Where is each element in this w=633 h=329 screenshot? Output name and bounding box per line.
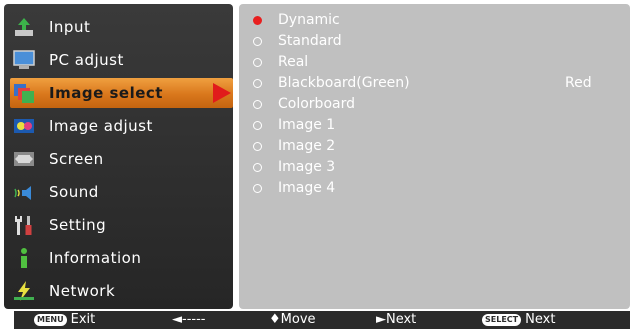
radio-icon xyxy=(253,36,262,46)
menu-item-image-adjust[interactable]: Image adjust xyxy=(10,111,233,141)
tools-icon xyxy=(13,214,35,236)
menu-item-screen[interactable]: Screen xyxy=(10,144,233,174)
option-label: Standard xyxy=(278,33,342,49)
option-image-4[interactable]: Image 4 xyxy=(253,178,335,198)
menu-item-sound[interactable]: Sound xyxy=(10,177,233,207)
radio-selected-icon xyxy=(253,15,262,25)
colorboard-value[interactable]: Red xyxy=(565,75,592,91)
projector-osd: Input PC adjust Image select Image adjus… xyxy=(0,0,633,329)
guide-select-next-label: Next xyxy=(525,312,556,327)
option-standard[interactable]: Standard xyxy=(253,31,342,51)
option-label: Blackboard(Green) xyxy=(278,75,410,91)
option-label: Dynamic xyxy=(278,12,340,28)
image-adjust-icon xyxy=(13,115,35,137)
option-label: Image 1 xyxy=(278,117,336,133)
radio-icon xyxy=(253,183,262,193)
option-label: Image 3 xyxy=(278,159,336,175)
menu-item-image-select[interactable]: Image select xyxy=(10,78,233,108)
guide-move: ♦Move xyxy=(269,312,316,327)
option-label: Colorboard xyxy=(278,96,355,112)
guide-select-next: SELECT Next xyxy=(482,312,555,327)
menu-item-label: Network xyxy=(49,282,116,300)
radio-icon xyxy=(253,78,262,88)
option-dynamic[interactable]: Dynamic xyxy=(253,10,340,30)
option-real[interactable]: Real xyxy=(253,52,308,72)
guide-exit-label: Exit xyxy=(70,312,96,327)
menu-item-label: Image select xyxy=(49,84,163,102)
option-image-2[interactable]: Image 2 xyxy=(253,136,335,156)
radio-icon xyxy=(253,57,262,67)
info-icon xyxy=(13,247,35,269)
menu-item-label: Setting xyxy=(49,216,107,234)
speaker-icon xyxy=(13,181,35,203)
menu-item-input[interactable]: Input xyxy=(10,12,233,42)
select-key-icon: SELECT xyxy=(482,313,522,326)
network-icon xyxy=(13,280,35,302)
guide-exit: MENU Exit xyxy=(34,312,95,327)
radio-icon xyxy=(253,99,262,109)
menu-item-information[interactable]: Information xyxy=(10,243,233,273)
menu-item-label: PC adjust xyxy=(49,51,124,69)
guide-next: ►Next xyxy=(376,312,417,327)
monitor-icon xyxy=(13,49,35,71)
menu-item-label: Input xyxy=(49,18,91,36)
option-blackboard-green[interactable]: Blackboard(Green) xyxy=(253,73,410,93)
image-mode-panel: Dynamic Standard Real Blackboard(Green) … xyxy=(239,4,630,309)
option-label: Image 2 xyxy=(278,138,336,154)
guide-back: ◄----- xyxy=(172,312,206,327)
menu-item-label: Information xyxy=(49,249,142,267)
menu-item-label: Sound xyxy=(49,183,99,201)
main-menu: Input PC adjust Image select Image adjus… xyxy=(4,4,233,309)
option-label: Real xyxy=(278,54,309,70)
option-image-3[interactable]: Image 3 xyxy=(253,157,335,177)
selection-arrow-icon xyxy=(213,83,231,103)
menu-item-label: Image adjust xyxy=(49,117,153,135)
option-colorboard[interactable]: Colorboard xyxy=(253,94,355,114)
input-icon xyxy=(13,16,35,38)
radio-icon xyxy=(253,120,262,130)
menu-key-icon: MENU xyxy=(34,313,67,326)
option-image-1[interactable]: Image 1 xyxy=(253,115,335,135)
guide-bar: MENU Exit ◄----- ♦Move ►Next SELECT Next xyxy=(14,311,630,329)
screen-icon xyxy=(13,148,35,170)
menu-item-pc-adjust[interactable]: PC adjust xyxy=(10,45,233,75)
menu-item-network[interactable]: Network xyxy=(10,276,233,306)
option-label: Image 4 xyxy=(278,180,336,196)
menu-item-setting[interactable]: Setting xyxy=(10,210,233,240)
radio-icon xyxy=(253,162,262,172)
menu-item-label: Screen xyxy=(49,150,104,168)
image-select-icon xyxy=(13,82,35,104)
radio-icon xyxy=(253,141,262,151)
